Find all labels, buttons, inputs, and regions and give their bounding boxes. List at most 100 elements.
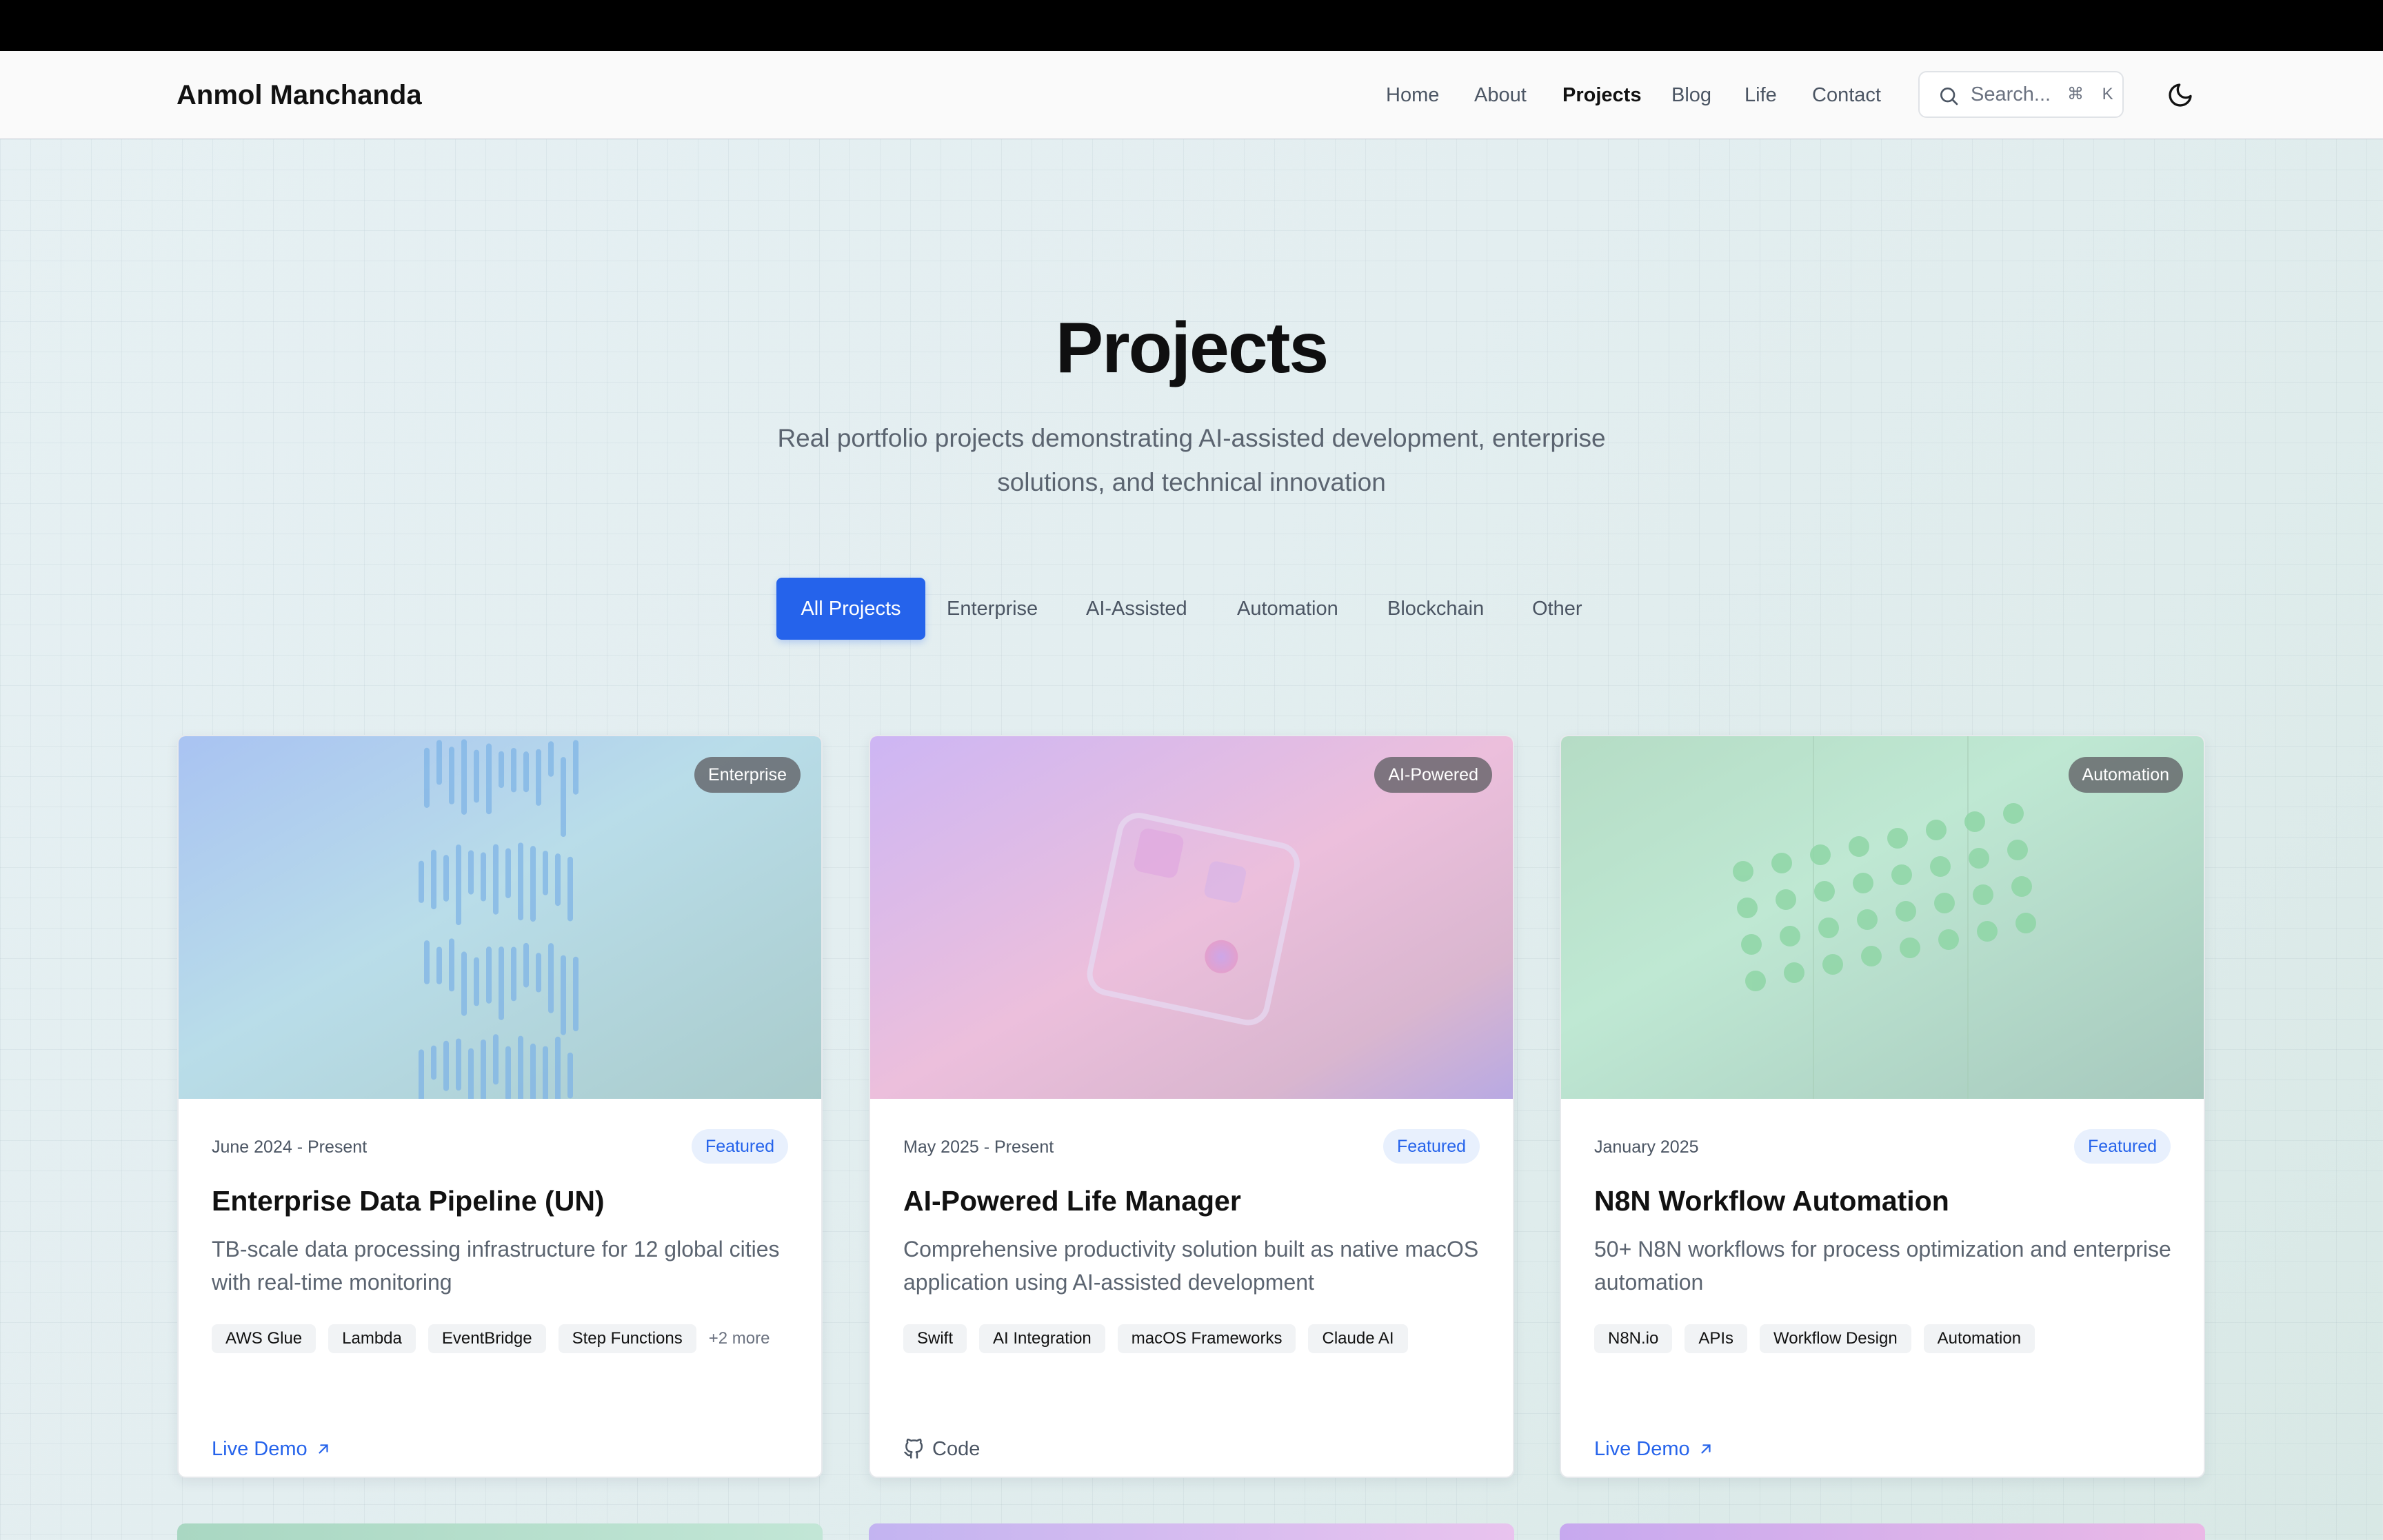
project-image-life-manager: AI-Powered <box>870 736 1513 1099</box>
project-card[interactable]: Automation January 2025 Featured N8N Wor… <box>1560 735 2205 1478</box>
decorative-dot <box>1745 971 1766 991</box>
nav-life[interactable]: Life <box>1744 76 1777 114</box>
decorative-dot <box>1810 844 1831 865</box>
search-placeholder: Search... <box>1971 83 2051 105</box>
next-card-peek <box>177 1523 823 1540</box>
external-arrow-icon <box>1701 1444 1711 1454</box>
project-title[interactable]: AI-Powered Life Manager <box>903 1182 1241 1220</box>
decorative-dot <box>2011 876 2032 897</box>
decorative-dot <box>1853 873 1873 893</box>
project-title[interactable]: N8N Workflow Automation <box>1594 1182 1949 1220</box>
live-demo-label: Live Demo <box>212 1438 308 1460</box>
decorative-dot <box>1977 921 1998 942</box>
decorative-dot <box>1861 946 1882 966</box>
decorative-dot <box>1964 811 1985 832</box>
decorative-dot <box>1891 864 1912 885</box>
tag: Swift <box>903 1324 967 1353</box>
tag: EventBridge <box>428 1324 546 1353</box>
project-card[interactable]: AI-Powered May 2025 - Present Featured A… <box>869 735 1514 1478</box>
project-date: May 2025 - Present <box>903 1137 1054 1157</box>
live-demo-label: Live Demo <box>1594 1438 1690 1460</box>
nav-projects[interactable]: Projects <box>1562 76 1641 114</box>
tag: macOS Frameworks <box>1117 1324 1296 1353</box>
site-header: Anmol Manchanda Home About Projects Blog… <box>0 51 2383 139</box>
filter-all-projects[interactable]: All Projects <box>776 578 925 640</box>
site-brand[interactable]: Anmol Manchanda <box>177 76 422 114</box>
decorative-dot <box>1926 820 1947 840</box>
filter-blockchain[interactable]: Blockchain <box>1387 578 1484 640</box>
code-label: Code <box>932 1438 981 1460</box>
nav-about[interactable]: About <box>1474 76 1527 114</box>
decorative-dot <box>1930 856 1951 877</box>
filter-other[interactable]: Other <box>1532 578 1582 640</box>
featured-badge: Featured <box>1382 1129 1480 1164</box>
decorative-dot <box>1849 836 1869 857</box>
featured-badge: Featured <box>2073 1129 2171 1164</box>
page-subtitle: Real portfolio projects demonstrating AI… <box>777 424 1606 496</box>
decorative-dot <box>1887 828 1908 849</box>
decorative-dot <box>1771 853 1792 873</box>
live-demo-link[interactable]: Live Demo <box>212 1434 331 1464</box>
decorative-dot <box>1938 929 1959 950</box>
nav-blog[interactable]: Blog <box>1671 76 1711 114</box>
project-image-data-pipeline: Enterprise <box>179 736 821 1099</box>
decorative-dot <box>2003 803 2024 824</box>
search-icon <box>1938 85 1960 107</box>
decorative-dot <box>1818 918 1839 938</box>
tag: Lambda <box>328 1324 416 1353</box>
decorative-dot <box>1969 848 1989 869</box>
tag: Automation <box>1923 1324 2035 1353</box>
decorative-dot <box>1896 901 1916 922</box>
decorative-dot <box>1733 861 1753 882</box>
featured-badge: Featured <box>691 1129 788 1164</box>
page-title: Projects <box>1055 308 1329 388</box>
tag: Workflow Design <box>1760 1324 1911 1353</box>
decorative-dot <box>1776 889 1796 910</box>
decorative-dot <box>1857 909 1878 930</box>
code-link[interactable]: Code <box>903 1434 980 1464</box>
tag: APIs <box>1685 1324 1748 1353</box>
project-image-workflow-automation: Automation <box>1561 736 2204 1099</box>
project-date: January 2025 <box>1594 1137 1699 1157</box>
project-date: June 2024 - Present <box>212 1137 368 1157</box>
search-shortcut: ⌘ K <box>2067 85 2120 103</box>
top-black-bar <box>0 0 2383 51</box>
nav-home[interactable]: Home <box>1386 76 1439 114</box>
filter-enterprise[interactable]: Enterprise <box>947 578 1038 640</box>
theme-toggle-moon-icon[interactable] <box>2166 81 2194 109</box>
tag: Step Functions <box>558 1324 696 1353</box>
project-card[interactable]: Enterprise June 2024 - Present Featured … <box>177 735 823 1478</box>
github-icon <box>904 1439 923 1459</box>
project-description: 50+ N8N workflows for process optimizati… <box>1594 1237 2171 1295</box>
category-badge: Enterprise <box>694 757 801 793</box>
tag: AWS Glue <box>212 1324 316 1353</box>
decorative-dot <box>1737 898 1758 918</box>
tag: N8N.io <box>1594 1324 1673 1353</box>
tag-list: AWS Glue Lambda EventBridge Step Functio… <box>212 1324 770 1354</box>
external-arrow-icon <box>319 1444 328 1454</box>
decorative-dot <box>1784 962 1804 983</box>
decorative-dot <box>1973 884 1993 905</box>
more-tags: +2 more <box>708 1329 770 1348</box>
decorative-dot <box>1780 926 1800 946</box>
category-badge: Automation <box>2068 757 2183 793</box>
search-box[interactable]: Search... ⌘ K <box>1918 71 2124 118</box>
live-demo-link[interactable]: Live Demo <box>1594 1434 1713 1464</box>
decorative-dot <box>2007 840 2028 860</box>
project-description: TB-scale data processing infrastructure … <box>212 1237 780 1295</box>
nav-contact[interactable]: Contact <box>1812 76 1881 114</box>
project-title[interactable]: Enterprise Data Pipeline (UN) <box>212 1182 605 1220</box>
tag-list: N8N.io APIs Workflow Design Automation <box>1594 1324 2035 1354</box>
category-badge: AI-Powered <box>1374 757 1492 793</box>
decorative-dot <box>1900 938 1920 958</box>
filter-automation[interactable]: Automation <box>1237 578 1338 640</box>
decorative-dot <box>1741 934 1762 955</box>
decorative-dot <box>1822 954 1843 975</box>
next-card-peek <box>1560 1523 2205 1540</box>
next-card-peek <box>869 1523 1514 1540</box>
decorative-dot <box>1814 881 1835 902</box>
decorative-dot <box>2015 913 2036 933</box>
tag: AI Integration <box>979 1324 1105 1353</box>
tag-list: Swift AI Integration macOS Frameworks Cl… <box>903 1324 1408 1354</box>
filter-ai-assisted[interactable]: AI-Assisted <box>1086 578 1187 640</box>
